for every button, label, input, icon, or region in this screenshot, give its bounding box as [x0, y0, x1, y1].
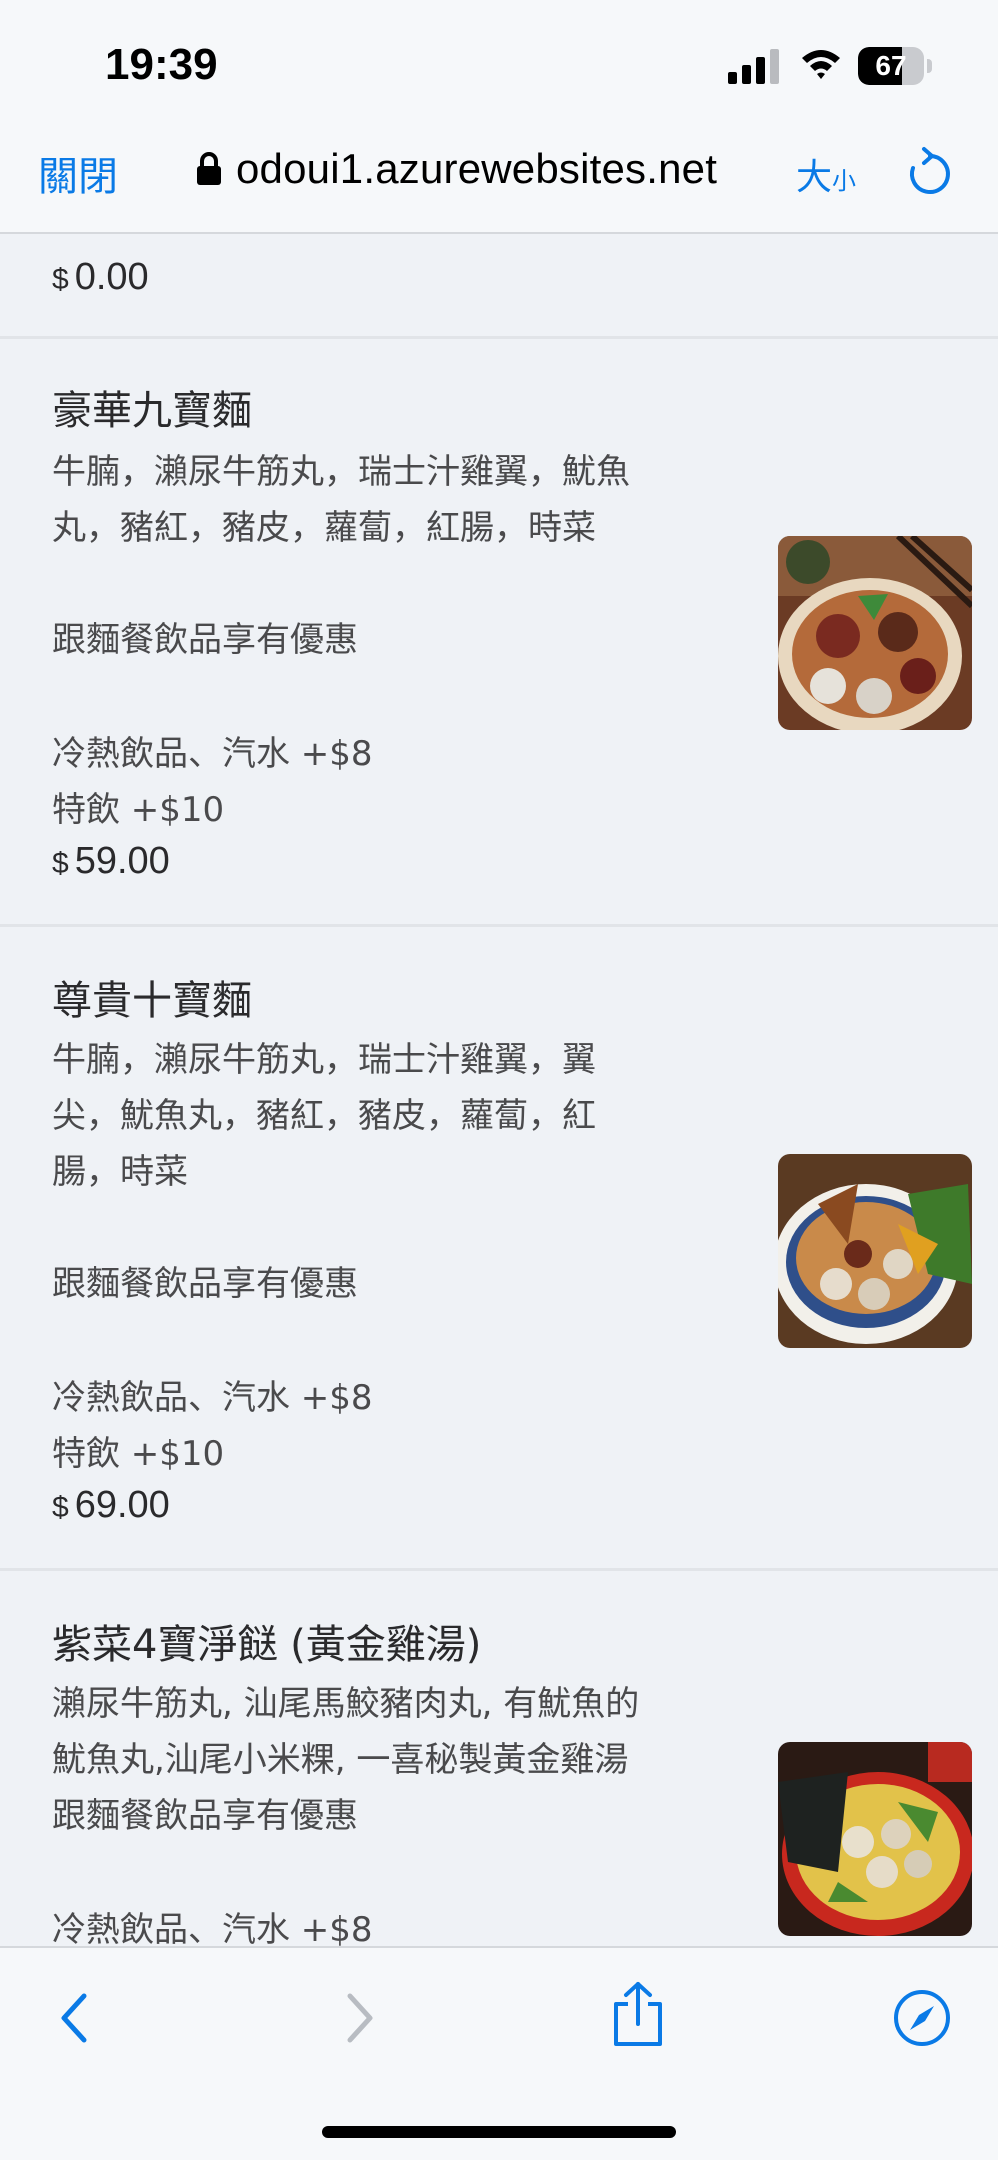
menu-item-title: 尊貴十寶麵: [52, 978, 252, 1024]
divider: [0, 1568, 998, 1571]
status-time: 19:39: [105, 40, 218, 89]
menu-item-promo: 跟麵餐飲品享有優惠: [52, 620, 358, 660]
menu-item-description: 尖，魷魚丸，豬紅，豬皮，蘿蔔，紅: [52, 1096, 596, 1136]
divider: [0, 924, 998, 927]
battery-icon: 67: [858, 47, 932, 85]
noodle-bowl-image[interactable]: [778, 536, 972, 730]
noodle-bowl-image[interactable]: [778, 1742, 972, 1936]
menu-item-description: 牛腩，瀨尿牛筋丸，瑞士汁雞翼，魷魚: [52, 452, 630, 492]
menu-item-promo: 跟麵餐飲品享有優惠: [52, 1264, 358, 1304]
text-size-big-label: 大: [796, 157, 833, 198]
menu-item-description: 魷魚丸,汕尾小米粿, 一喜秘製黃金雞湯: [52, 1740, 629, 1780]
menu-list: $0.00 豪華九寶麵 牛腩，瀨尿牛筋丸，瑞士汁雞翼，魷魚 丸，豬紅，豬皮，蘿蔔…: [0, 236, 998, 1946]
compass-icon[interactable]: [892, 1988, 952, 2048]
home-indicator: [322, 2126, 676, 2138]
menu-item-price: $69.00: [52, 1484, 170, 1526]
text-size-button[interactable]: 大小: [796, 148, 856, 200]
signal-icon: [728, 49, 779, 84]
browser-top-bar: 關閉 odoui1.azurewebsites.net 大小: [0, 124, 998, 234]
menu-item-price: $59.00: [52, 840, 170, 882]
menu-item-description: 丸，豬紅，豬皮，蘿蔔，紅腸，時菜: [52, 508, 596, 548]
menu-item-title: 紫菜4寶淨餸 (黃金雞湯): [52, 1622, 482, 1668]
share-icon[interactable]: [610, 1980, 666, 2048]
noodle-bowl-image[interactable]: [778, 1154, 972, 1348]
menu-item-addon: 特飲 +$10: [52, 790, 225, 830]
wifi-icon: [802, 50, 840, 79]
menu-item-description: 牛腩，瀨尿牛筋丸，瑞士汁雞翼，翼: [52, 1040, 596, 1080]
close-button[interactable]: 關閉: [38, 144, 118, 202]
text-size-small-label: 小: [832, 167, 857, 195]
menu-item-description: 瀨尿牛筋丸, 汕尾馬鮫豬肉丸, 有魷魚的: [52, 1684, 640, 1724]
battery-level: 67: [875, 50, 907, 81]
lock-icon: [197, 152, 221, 185]
forward-icon[interactable]: [340, 1990, 380, 2046]
reload-icon[interactable]: [906, 146, 954, 198]
menu-item-promo: 跟麵餐飲品享有優惠: [52, 1796, 358, 1836]
address-bar[interactable]: odoui1.azurewebsites.net: [196, 144, 717, 194]
url-text: odoui1.azurewebsites.net: [236, 145, 718, 192]
menu-item-addon: 冷熱飲品、汽水 +$8: [52, 1378, 373, 1418]
menu-item-addon: 冷熱飲品、汽水 +$8: [52, 734, 373, 774]
previous-item-price: $0.00: [52, 256, 149, 298]
back-icon[interactable]: [54, 1990, 94, 2046]
status-bar: 19:39 67: [0, 0, 998, 124]
menu-item-addon: 冷熱飲品、汽水 +$8: [52, 1910, 373, 1946]
menu-item-addon: 特飲 +$10: [52, 1434, 225, 1474]
menu-item-title: 豪華九寶麵: [52, 388, 252, 434]
divider: [0, 336, 998, 339]
menu-item-description: 腸，時菜: [52, 1152, 188, 1192]
